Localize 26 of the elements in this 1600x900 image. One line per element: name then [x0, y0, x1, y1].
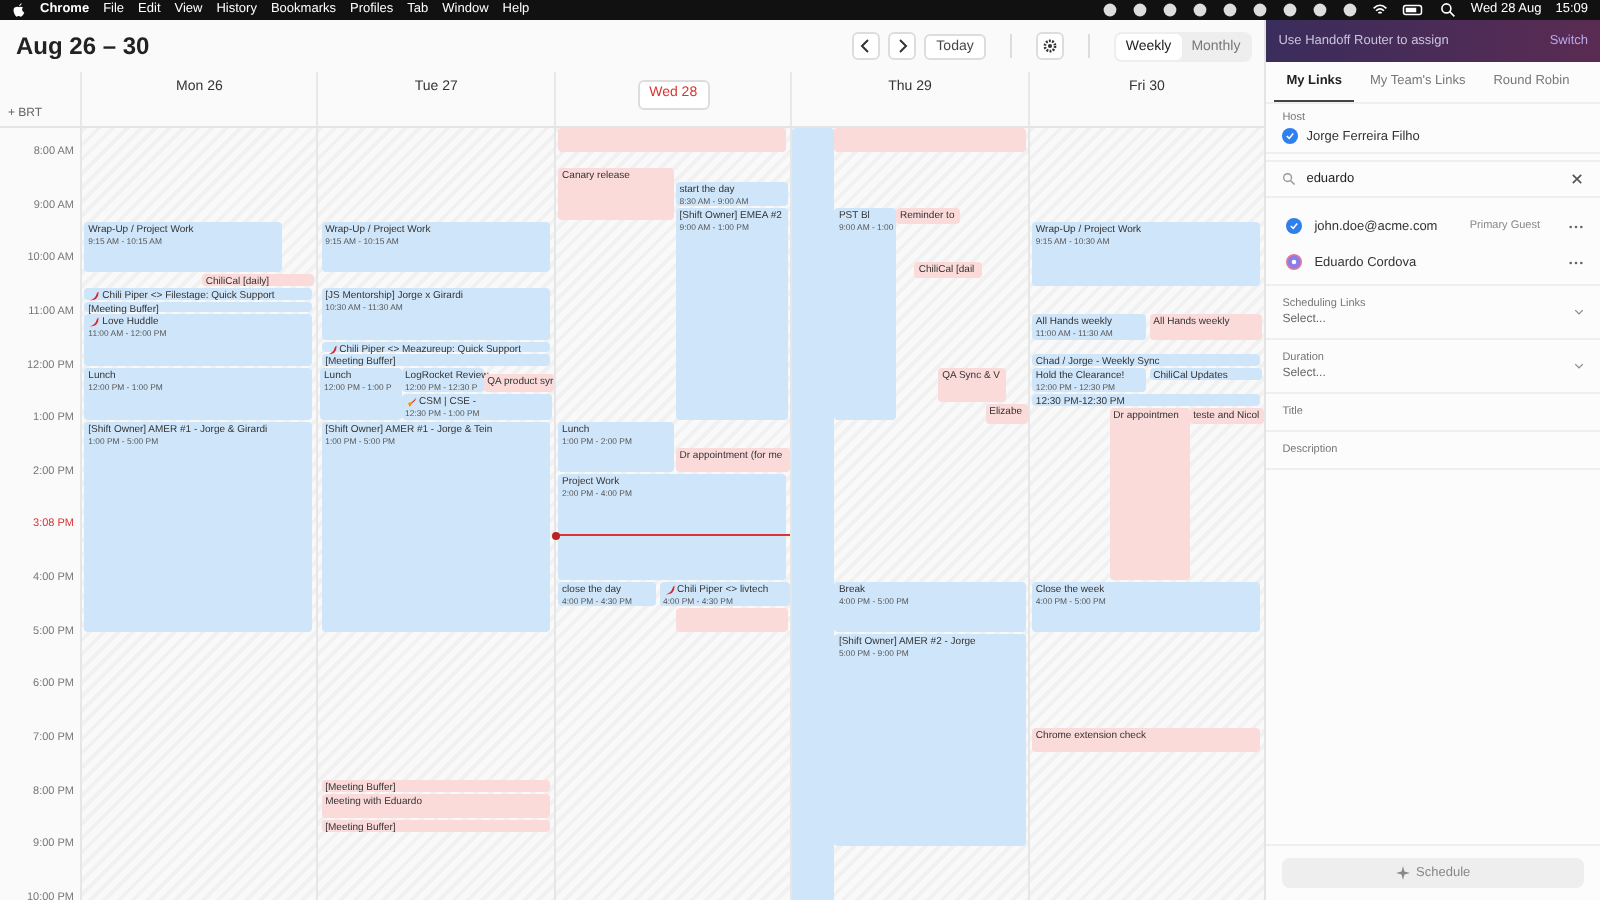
search-icon[interactable] — [1440, 2, 1457, 18]
apple-logo-icon[interactable] — [12, 2, 26, 18]
sparkle-icon — [1396, 866, 1411, 880]
more-icon[interactable] — [1568, 259, 1584, 265]
caret-icon — [1574, 308, 1584, 316]
caret-icon — [1574, 362, 1584, 370]
settings-icon — [1041, 38, 1058, 54]
rocket-icon — [405, 396, 418, 409]
avatar-icon — [1286, 254, 1303, 270]
chevron-left-icon — [858, 38, 875, 54]
search-icon — [1282, 172, 1297, 186]
chili-pepper-icon — [88, 316, 101, 329]
chili-pepper-icon — [88, 289, 101, 302]
previous-week-button[interactable] — [852, 32, 881, 60]
settings-button[interactable] — [1035, 32, 1064, 60]
week-title: Aug 26 – 30 — [16, 32, 150, 60]
battery-icon[interactable] — [1402, 2, 1427, 18]
chevron-right-icon — [894, 38, 911, 54]
close-icon[interactable] — [1570, 172, 1584, 186]
next-week-button[interactable] — [888, 32, 917, 60]
more-icon[interactable] — [1568, 223, 1584, 229]
chili-pepper-icon — [325, 343, 338, 356]
wifi-icon[interactable] — [1372, 2, 1389, 18]
check-avatar-icon — [1282, 128, 1299, 144]
chili-pepper-icon — [663, 583, 676, 596]
check-avatar-icon — [1286, 218, 1303, 234]
